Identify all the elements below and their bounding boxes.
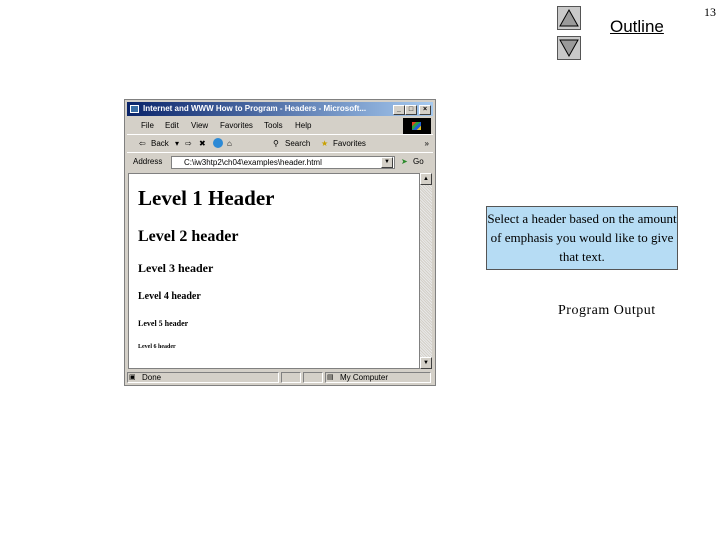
- address-input[interactable]: C:\iw3htp2\ch04\examples\header.html: [171, 156, 395, 169]
- outline-link[interactable]: Outline: [610, 17, 664, 37]
- menu-help[interactable]: Help: [295, 121, 311, 130]
- browser-window: Internet and WWW How to Program - Header…: [124, 99, 436, 386]
- maximize-button[interactable]: □: [405, 105, 417, 115]
- window-title: Internet and WWW How to Program - Header…: [143, 104, 367, 113]
- status-cell-2: [281, 372, 301, 383]
- scroll-up-icon[interactable]: ▲: [420, 173, 432, 185]
- address-value: C:\iw3htp2\ch04\examples\header.html: [184, 158, 322, 167]
- previous-slide-button[interactable]: [557, 6, 581, 30]
- level-3-header: Level 3 header: [138, 261, 214, 275]
- page-content: Level 1 Header Level 2 header Level 3 he…: [128, 173, 420, 369]
- status-text-cell: Done: [127, 372, 279, 383]
- zone-cell: My Computer: [325, 372, 431, 383]
- menu-tools[interactable]: Tools: [264, 121, 283, 130]
- menu-bar: File Edit View Favorites Tools Help: [127, 118, 433, 135]
- forward-arrow-icon[interactable]: ⇨: [185, 139, 192, 148]
- windows-logo-icon: [403, 118, 431, 134]
- back-button[interactable]: Back: [151, 139, 169, 148]
- next-slide-button[interactable]: [557, 36, 581, 60]
- computer-icon: ▤: [327, 374, 334, 381]
- menu-favorites[interactable]: Favorites: [220, 121, 253, 130]
- level-5-header: Level 5 header: [138, 319, 189, 328]
- level-1-header: Level 1 Header: [138, 186, 275, 210]
- search-icon[interactable]: ⚲: [273, 139, 279, 148]
- vertical-scrollbar[interactable]: ▲ ▼: [420, 173, 432, 369]
- menu-file[interactable]: File: [141, 121, 154, 130]
- minimize-button[interactable]: _: [393, 105, 405, 115]
- address-dropdown-icon[interactable]: ▼: [381, 157, 393, 168]
- home-icon[interactable]: ⌂: [227, 139, 232, 148]
- back-dropdown-icon[interactable]: ▾: [175, 139, 179, 148]
- menu-edit[interactable]: Edit: [165, 121, 179, 130]
- back-arrow-icon[interactable]: ⇦: [139, 139, 146, 148]
- program-output-caption: Program Output: [558, 303, 656, 318]
- ie-icon: [130, 105, 139, 113]
- search-button[interactable]: Search: [285, 139, 310, 148]
- close-button[interactable]: ×: [419, 105, 431, 115]
- title-bar: Internet and WWW How to Program - Header…: [127, 102, 433, 116]
- status-text: Done: [142, 373, 162, 382]
- status-bar: Done ▣ My Computer ▤: [127, 371, 433, 384]
- up-triangle-icon: [559, 8, 579, 27]
- level-4-header: Level 4 header: [138, 291, 201, 302]
- page-number: 13: [704, 5, 716, 19]
- stop-icon[interactable]: ✖: [199, 139, 206, 148]
- menu-view[interactable]: View: [191, 121, 208, 130]
- favorites-button[interactable]: Favorites: [333, 139, 366, 148]
- zone-label: My Computer: [340, 373, 389, 382]
- address-bar: Address C:\iw3htp2\ch04\examples\header.…: [127, 154, 433, 170]
- address-label: Address: [133, 157, 163, 166]
- page-done-icon: ▣: [129, 374, 136, 381]
- callout-box: Select a header based on the amount of e…: [486, 206, 678, 270]
- refresh-icon[interactable]: [213, 138, 223, 148]
- down-triangle-icon: [559, 39, 579, 58]
- scroll-down-icon[interactable]: ▼: [420, 357, 432, 369]
- level-6-header: Level 6 header: [138, 344, 176, 350]
- go-arrow-icon[interactable]: ➤: [401, 157, 408, 166]
- more-toolbar-chevron[interactable]: »: [425, 139, 429, 148]
- go-button[interactable]: Go: [413, 157, 424, 166]
- status-cell-3: [303, 372, 323, 383]
- favorites-star-icon[interactable]: ★: [321, 139, 328, 148]
- toolbar: ⇦ Back ▾ ⇨ ✖ ⌂ ⚲ Search ★ Favorites »: [127, 136, 433, 153]
- level-2-header: Level 2 header: [138, 228, 239, 245]
